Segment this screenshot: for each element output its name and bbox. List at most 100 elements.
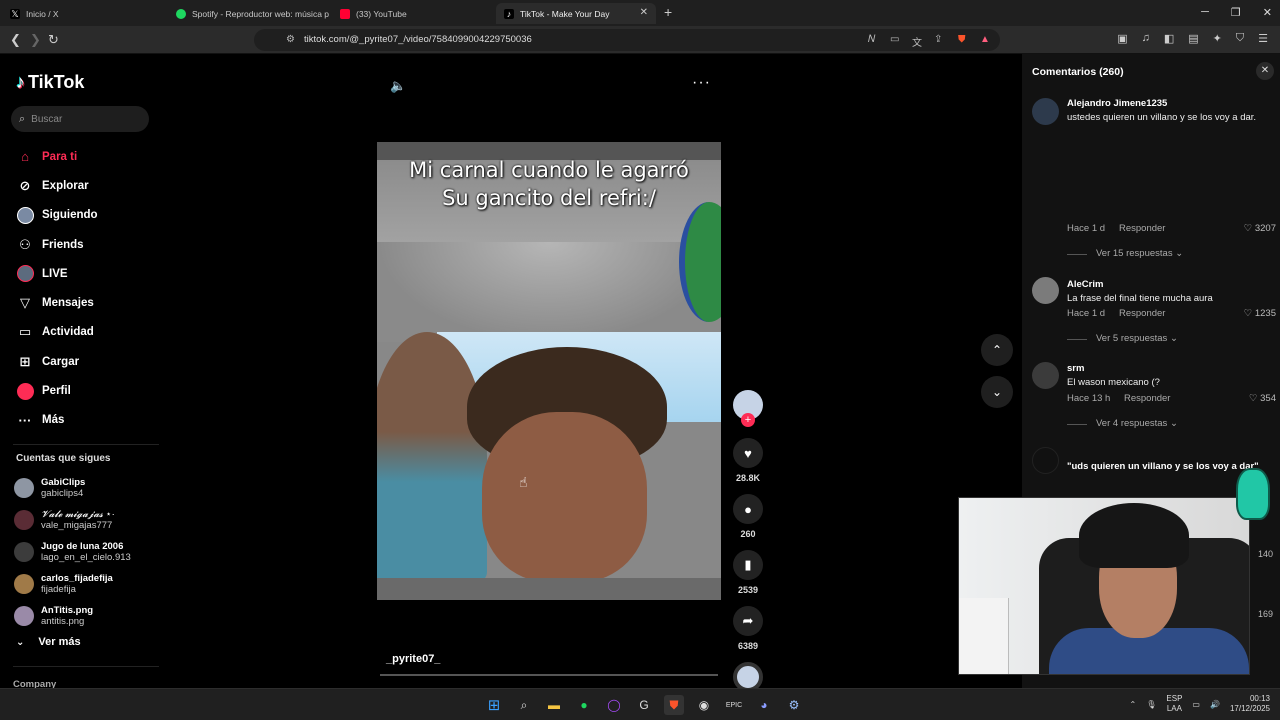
tab-tiktok[interactable]: ♪ TikTok - Make Your Day ✕: [496, 3, 656, 24]
save-button[interactable]: ▮: [733, 550, 763, 580]
music-icon[interactable]: ♫: [1142, 32, 1150, 45]
share-icon[interactable]: ⇪: [934, 34, 942, 45]
following-account[interactable]: GabiClips gabiclips4: [14, 472, 131, 504]
tiktok-logo[interactable]: ♪ TikTok: [16, 72, 84, 93]
following-account[interactable]: carlos_fijadefija fijadefija: [14, 568, 131, 600]
language-code: ESP: [1166, 694, 1183, 703]
g-app-icon[interactable]: G: [634, 695, 654, 715]
creator-avatar[interactable]: +: [733, 390, 763, 427]
comment-like-count: 1235: [1254, 308, 1276, 319]
url-field[interactable]: ⚙ tiktok.com/@_pyrite07_/video/758409900…: [254, 29, 1000, 51]
reply-button[interactable]: Responder: [1119, 308, 1165, 319]
nav-cargar[interactable]: ⊞ Cargar: [16, 347, 98, 376]
like-button[interactable]: ♥: [733, 438, 763, 468]
next-video-button[interactable]: ⌄: [981, 376, 1013, 408]
brave-shield-icon[interactable]: ⛊: [958, 34, 966, 45]
translate-icon[interactable]: 文: [912, 34, 922, 49]
nav-para-ti[interactable]: ⌂ Para ti: [16, 142, 98, 171]
cast-icon[interactable]: ▭: [890, 34, 899, 45]
discord-icon[interactable]: ◕: [754, 695, 774, 715]
clock[interactable]: 00:13 17/12/2025: [1230, 694, 1270, 714]
view-replies-button[interactable]: Ver 4 respuestas ⌄: [1096, 418, 1178, 429]
windows-start-icon[interactable]: ⊞: [484, 695, 504, 715]
nav-live[interactable]: LIVE: [16, 259, 98, 288]
comment-author[interactable]: Alejandro Jimene1235: [1067, 98, 1167, 109]
rewards-icon[interactable]: ▲: [980, 34, 990, 45]
menu-icon[interactable]: ☰: [1258, 32, 1268, 45]
nav-actividad[interactable]: ▭ Actividad: [16, 318, 98, 347]
more-options-icon[interactable]: ···: [692, 74, 711, 92]
comment-like-button[interactable]: ♡ 3207: [1244, 223, 1276, 234]
wallet-card-icon[interactable]: ▤: [1188, 32, 1198, 45]
search-icon[interactable]: ⌕: [514, 695, 534, 715]
opera-gx-icon[interactable]: ◯: [604, 695, 624, 715]
epic-games-icon[interactable]: EPIC: [724, 695, 744, 715]
leo-icon[interactable]: ✦: [1213, 32, 1222, 45]
nav-mensajes[interactable]: ▽ Mensajes: [16, 288, 98, 317]
nav-explorar[interactable]: ⊘ Explorar: [16, 171, 98, 200]
live-icon: [16, 265, 34, 283]
view-replies-button[interactable]: Ver 15 respuestas ⌄: [1096, 248, 1183, 259]
nav-siguiendo[interactable]: Siguiendo: [16, 201, 98, 230]
reply-button[interactable]: Responder: [1124, 393, 1170, 404]
video-bottom-band: [377, 578, 721, 600]
comment-like-button[interactable]: ♡ 1235: [1244, 308, 1276, 319]
nav-perfil[interactable]: Perfil: [16, 376, 98, 405]
tab-spotify[interactable]: Spotify - Reproductor web: música p: [168, 3, 332, 24]
comment-author[interactable]: AleCrim: [1067, 279, 1103, 290]
vpn-icon[interactable]: ⛉: [1236, 32, 1244, 45]
webcam-hair: [1079, 503, 1189, 568]
avatar[interactable]: [1032, 447, 1059, 474]
avatar[interactable]: [1032, 362, 1059, 389]
follow-plus-icon[interactable]: +: [741, 413, 755, 427]
speaker-icon[interactable]: 🔊: [1210, 700, 1220, 709]
file-explorer-icon[interactable]: ▬: [544, 695, 564, 715]
video-player[interactable]: Mi carnal cuando le agarró Su gancito de…: [377, 142, 721, 600]
minimize-icon[interactable]: ─: [1201, 6, 1209, 19]
language-indicator[interactable]: ESP LAA: [1166, 694, 1182, 714]
reload-icon[interactable]: ↻: [48, 32, 59, 48]
volume-icon[interactable]: 🔈: [390, 78, 406, 94]
sidebar-toggle-icon[interactable]: ◧: [1164, 32, 1174, 45]
search-input[interactable]: ⌕ Buscar: [11, 106, 149, 132]
avatar[interactable]: [1032, 98, 1059, 125]
close-tab-icon[interactable]: ✕: [640, 7, 648, 18]
network-icon[interactable]: ▭: [1192, 700, 1200, 709]
site-info-icon[interactable]: ⚙: [286, 34, 295, 45]
close-comments-button[interactable]: ✕: [1256, 62, 1274, 80]
microphone-icon[interactable]: 🎙: [1146, 700, 1156, 709]
back-icon[interactable]: ❮: [10, 32, 21, 48]
previous-video-button[interactable]: ⌃: [981, 334, 1013, 366]
spotify-icon[interactable]: ●: [574, 695, 594, 715]
obs-icon[interactable]: ◉: [694, 695, 714, 715]
no-sound-icon[interactable]: 𝑁: [868, 34, 875, 45]
comment-like-button[interactable]: ♡ 354: [1249, 393, 1276, 404]
video-progress-bar[interactable]: [380, 674, 718, 676]
forward-icon[interactable]: ❯: [30, 32, 41, 48]
brave-icon[interactable]: ⛊: [664, 695, 684, 715]
close-window-icon[interactable]: ✕: [1263, 6, 1272, 19]
comment-button[interactable]: ●: [733, 494, 763, 524]
chevron-up-icon[interactable]: ⌃: [1130, 700, 1137, 709]
see-more-button[interactable]: ⌄ Ver más: [16, 636, 81, 648]
comment-author[interactable]: srm: [1067, 363, 1084, 374]
video-author[interactable]: _pyrite07_: [386, 653, 440, 665]
wallet-icon[interactable]: ▣: [1117, 32, 1127, 45]
tab-youtube[interactable]: (33) YouTube: [332, 3, 496, 24]
share-button[interactable]: ➦: [733, 606, 763, 636]
comment-icon: ●: [744, 501, 752, 517]
reply-button[interactable]: Responder: [1119, 223, 1165, 234]
restore-icon[interactable]: ❐: [1231, 6, 1241, 19]
nav-mas[interactable]: ··· Más: [16, 406, 98, 435]
nav-friends[interactable]: ⚇ Friends: [16, 230, 98, 259]
new-tab-button[interactable]: +: [664, 4, 672, 20]
view-replies-button[interactable]: Ver 5 respuestas ⌄: [1096, 333, 1178, 344]
following-account[interactable]: Jugo de luna 2006 lago_en_el_cielo.913: [14, 536, 131, 568]
tab-x[interactable]: 𝕏 Inicio / X: [2, 3, 168, 24]
account-name: GabiClips: [41, 477, 86, 488]
share-count: 6389: [737, 641, 759, 651]
following-account[interactable]: AnTitis.png antitis.png: [14, 600, 131, 632]
steam-icon[interactable]: ⚙: [784, 695, 804, 715]
avatar[interactable]: [1032, 277, 1059, 304]
following-account[interactable]: 𝓥𝓪𝓵𝓮 𝓶𝓲𝓰𝓪𝓳𝓪𝓼 ⋆· vale_migajas777: [14, 504, 131, 536]
